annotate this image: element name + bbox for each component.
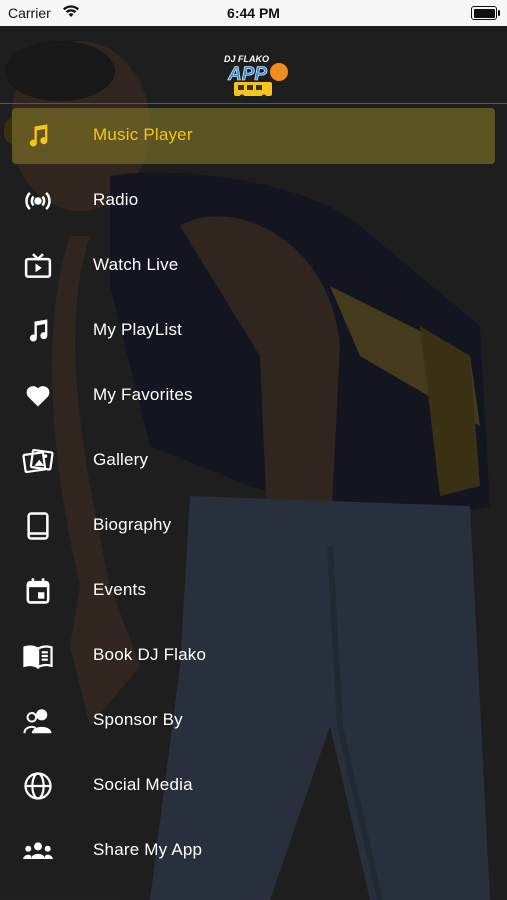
header-divider xyxy=(0,103,507,104)
tv-icon xyxy=(22,250,54,282)
menu-item-label: Book DJ Flako xyxy=(93,645,207,664)
menu-item-gallery[interactable]: Gallery xyxy=(12,433,495,489)
book-icon xyxy=(22,510,54,542)
logo-line1: DJ FLAKO xyxy=(224,54,269,64)
menu-item-label: Events xyxy=(93,580,147,599)
calendar-icon xyxy=(22,575,54,607)
menu-item-label: My Favorites xyxy=(93,385,193,404)
menu-item-label: Music Player xyxy=(93,125,193,144)
menu-item-social-media[interactable]: Social Media xyxy=(12,758,495,814)
group-icon xyxy=(22,835,54,867)
clock: 6:44 PM xyxy=(227,5,280,21)
music-note-icon xyxy=(22,315,54,347)
menu-item-sponsor-by[interactable]: Sponsor By xyxy=(12,693,495,749)
menu-item-label: My PlayList xyxy=(93,320,183,339)
menu-item-label: Share My App xyxy=(93,840,203,859)
menu-item-radio[interactable]: Radio xyxy=(12,173,495,229)
music-note-icon xyxy=(22,120,54,152)
menu-item-label: Sponsor By xyxy=(93,710,183,729)
people-icon xyxy=(22,705,54,737)
menu-item-music-player[interactable]: Music Player xyxy=(12,108,495,164)
menu-item-label: Social Media xyxy=(93,775,193,794)
menu-item-label: Biography xyxy=(93,515,172,534)
radio-broadcast-icon xyxy=(22,185,54,217)
menu-item-my-favorites[interactable]: My Favorites xyxy=(12,368,495,424)
menu-item-label: Watch Live xyxy=(93,255,179,274)
open-book-icon xyxy=(22,640,54,672)
globe-icon xyxy=(22,770,54,802)
menu-item-book-dj-flako[interactable]: Book DJ Flako xyxy=(12,628,495,684)
battery-icon xyxy=(471,6,500,20)
menu-item-label: Gallery xyxy=(93,450,149,469)
heart-icon xyxy=(22,380,54,412)
status-bar: Carrier 6:44 PM xyxy=(0,0,507,26)
photos-icon xyxy=(22,445,54,477)
menu-item-events[interactable]: Events xyxy=(12,563,495,619)
menu-item-share-my-app[interactable]: Share My App xyxy=(12,823,495,879)
menu-item-my-playlist[interactable]: My PlayList xyxy=(12,303,495,359)
app-logo: DJ FLAKO APP xyxy=(222,52,292,100)
logo-line2: APP xyxy=(227,64,267,85)
menu-item-watch-live[interactable]: Watch Live xyxy=(12,238,495,294)
menu-item-biography[interactable]: Biography xyxy=(12,498,495,554)
menu-item-label: Radio xyxy=(93,190,139,209)
